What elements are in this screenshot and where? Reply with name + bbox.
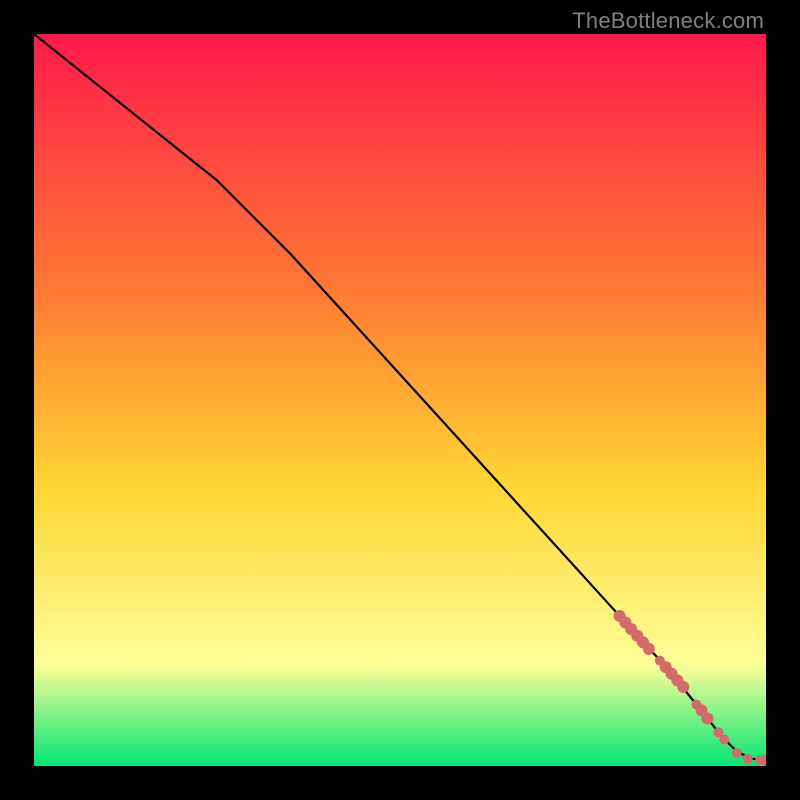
data-marker [643,643,655,655]
data-marker [732,748,742,758]
chart-frame [34,34,766,766]
data-marker [677,681,689,693]
chart-svg [34,34,766,766]
data-marker [701,712,713,724]
data-marker [743,754,753,764]
watermark-text: TheBottleneck.com [572,8,764,34]
data-marker [719,735,729,745]
